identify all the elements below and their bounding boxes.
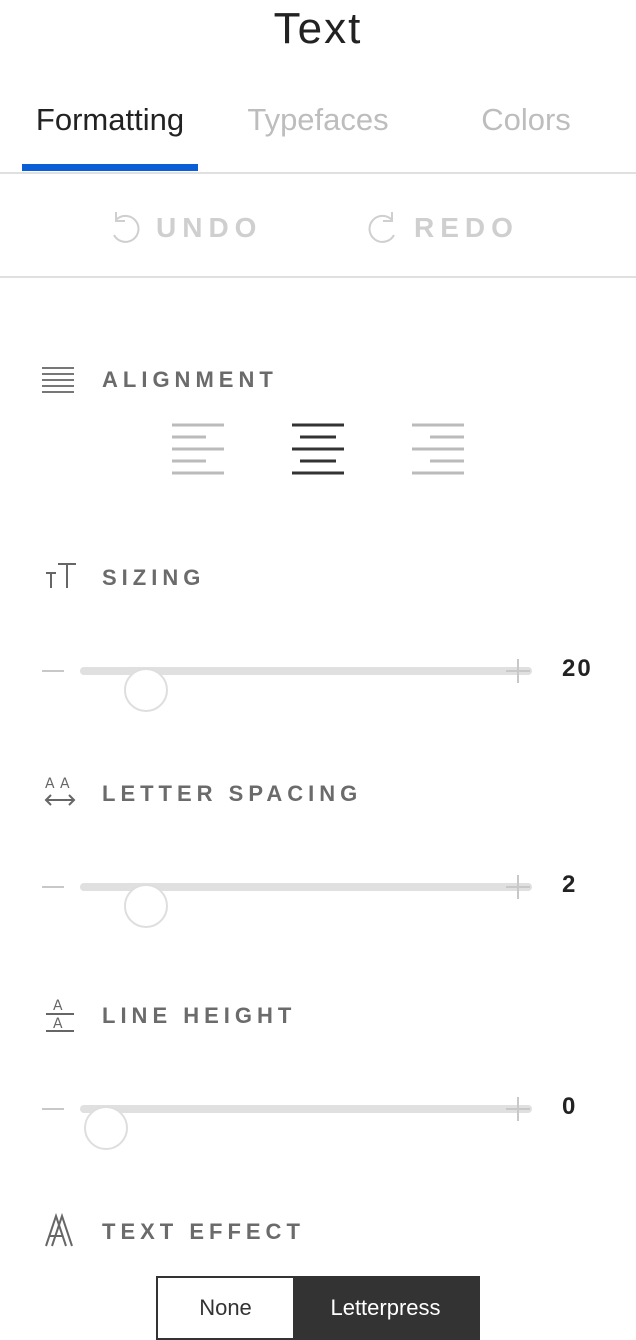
svg-text:A: A xyxy=(60,776,70,792)
letter-spacing-value: 2 xyxy=(562,871,578,898)
line-height-increase-button[interactable] xyxy=(506,1097,530,1121)
align-left-button[interactable] xyxy=(170,420,226,480)
effect-none-button[interactable]: None xyxy=(158,1278,293,1338)
text-effect-toggle: None Letterpress xyxy=(156,1276,480,1340)
svg-text:A: A xyxy=(45,776,55,792)
panel-title: Text xyxy=(273,4,363,53)
line-height-label: LINE HEIGHT xyxy=(102,1003,297,1028)
letter-spacing-decrease-button[interactable] xyxy=(42,886,64,888)
svg-text:A: A xyxy=(53,998,63,1014)
line-height-thumb[interactable] xyxy=(84,1106,128,1150)
letter-spacing-increase-button[interactable] xyxy=(506,875,530,899)
history-divider xyxy=(0,276,636,278)
tab-colors[interactable]: Colors xyxy=(438,102,614,138)
sizing-thumb[interactable] xyxy=(124,668,168,712)
sizing-increase-button[interactable] xyxy=(506,659,530,683)
letter-spacing-thumb[interactable] xyxy=(124,884,168,928)
undo-label: UNDO xyxy=(156,212,263,243)
text-effect-icon xyxy=(45,1212,73,1247)
sizing-value: 20 xyxy=(562,655,593,682)
effect-letterpress-button[interactable]: Letterpress xyxy=(293,1278,478,1338)
line-height-slider[interactable]: 0 xyxy=(40,1084,620,1150)
tab-formatting[interactable]: Formatting xyxy=(22,102,198,138)
tab-typefaces[interactable]: Typefaces xyxy=(230,102,406,138)
redo-label: REDO xyxy=(414,212,519,243)
undo-icon xyxy=(113,212,140,243)
alignment-icon xyxy=(42,367,74,393)
sizing-decrease-button[interactable] xyxy=(42,670,64,672)
line-height-icon: A A xyxy=(46,998,74,1032)
letter-spacing-icon: A A xyxy=(44,776,76,806)
redo-icon xyxy=(368,212,395,243)
line-height-track[interactable] xyxy=(80,1105,532,1150)
alignment-label: ALIGNMENT xyxy=(102,367,278,392)
svg-text:A: A xyxy=(53,1016,63,1032)
letter-spacing-label: LETTER SPACING xyxy=(102,781,363,806)
text-size-icon xyxy=(46,563,76,588)
sizing-label: SIZING xyxy=(102,565,206,590)
active-tab-indicator xyxy=(22,164,198,171)
line-height-value: 0 xyxy=(562,1093,578,1120)
line-height-decrease-button[interactable] xyxy=(42,1108,64,1110)
undo-button[interactable]: UNDO xyxy=(108,204,262,252)
align-right-button[interactable] xyxy=(410,420,466,480)
tabs-divider xyxy=(0,172,636,174)
align-center-button[interactable] xyxy=(290,420,346,480)
sizing-slider[interactable]: 20 xyxy=(40,646,620,712)
sizing-track[interactable] xyxy=(80,667,532,712)
letter-spacing-track[interactable] xyxy=(80,883,532,928)
text-effect-label: TEXT EFFECT xyxy=(102,1219,305,1244)
letter-spacing-slider[interactable]: 2 xyxy=(40,862,620,928)
redo-button[interactable]: REDO xyxy=(366,204,519,252)
